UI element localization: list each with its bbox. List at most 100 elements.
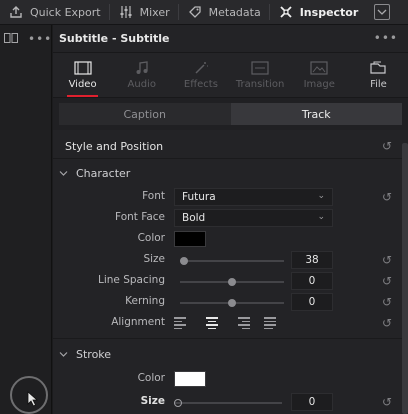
file-icon [370,61,387,74]
stroke-size-slider-knob[interactable] [174,399,182,407]
text-color-swatch[interactable] [174,231,206,247]
color-label: Color [137,232,165,244]
tab-image-label: Image [303,78,335,90]
reset-icon[interactable]: ↺ [382,274,392,288]
reset-icon[interactable]: ↺ [382,316,392,330]
stroke-size-label: Size [140,395,165,407]
inspector-icon [278,4,294,20]
more-options-icon[interactable]: ••• [374,31,398,45]
line-spacing-slider-knob[interactable] [228,278,236,286]
image-icon [310,60,328,75]
tab-video[interactable]: Video [53,53,112,97]
kerning-slider[interactable] [180,299,284,307]
stroke-color-row: Color [53,369,408,390]
tab-effects[interactable]: Effects [171,53,230,97]
tab-audio-label: Audio [127,78,156,90]
quick-export-icon [8,4,24,20]
alignment-buttons [174,316,280,330]
music-note-icon [136,60,148,74]
size-input[interactable]: 38 [291,251,333,269]
font-dropdown[interactable]: Futura ⌄ [174,188,333,206]
inspector-label: Inspector [299,5,359,19]
size-label: Size [143,253,165,265]
top-toolbar: Quick Export Mixer Metadata Inspector [0,0,408,25]
stroke-size-row: Size 0 ↺ [53,392,408,413]
inspector-header: Subtitle - Subtitle ••• [53,25,408,53]
style-and-position-header[interactable]: Style and Position ↺ [53,134,408,158]
kerning-input[interactable]: 0 [291,293,333,311]
metadata-button[interactable]: Metadata [179,0,269,25]
mixer-button[interactable]: Mixer [110,0,178,25]
scrollbar[interactable] [402,143,408,414]
caption-track-toggle: Caption Track [53,98,408,130]
alignment-row: Alignment ↺ [53,313,408,334]
chevron-down-icon [377,9,387,15]
alignment-label: Alignment [111,316,165,328]
reset-icon[interactable]: ↺ [382,395,392,409]
character-title: Character [76,166,131,180]
tab-file-label: File [370,78,387,90]
mouse-pointer-icon [27,391,39,410]
font-value: Futura [182,191,216,203]
size-slider[interactable] [180,257,284,265]
dual-panel-icon[interactable] [4,32,18,46]
align-right-button[interactable] [234,316,250,330]
scrollbar-thumb[interactable] [402,143,408,414]
tab-video-label: Video [68,78,97,90]
stroke-color-swatch[interactable] [174,371,206,387]
metadata-icon [187,4,203,20]
tab-transition[interactable]: Transition [231,53,290,97]
kerning-label: Kerning [125,295,165,307]
kerning-slider-knob[interactable] [228,299,236,307]
align-justify-button[interactable] [264,316,280,330]
quick-export-button[interactable]: Quick Export [0,0,109,25]
video-icon [73,60,92,75]
tab-audio[interactable]: Audio [112,53,171,97]
reset-icon[interactable]: ↺ [382,190,392,204]
stroke-size-slider[interactable] [174,399,282,407]
mixer-icon [118,4,134,20]
inspector-panel: Subtitle - Subtitle ••• Video Audio Effe… [53,25,408,414]
divider [53,338,408,339]
section-title: Style and Position [65,139,164,153]
line-spacing-input[interactable]: 0 [291,272,333,290]
stroke-section-header[interactable]: Stroke [53,342,408,366]
line-spacing-row: Line Spacing 0 ↺ [53,271,408,292]
left-panel: ••• [0,25,52,414]
magic-wand-icon [195,61,208,74]
tab-effects-label: Effects [183,78,218,90]
font-label: Font [142,190,165,202]
metadata-label: Metadata [208,5,261,19]
font-face-value: Bold [182,212,206,224]
reset-icon[interactable]: ↺ [382,139,392,153]
line-spacing-label: Line Spacing [98,274,165,286]
tab-image[interactable]: Image [290,53,349,97]
inspector-button[interactable]: Inspector [270,0,367,25]
kerning-row: Kerning 0 ↺ [53,292,408,313]
font-face-label: Font Face [115,211,165,223]
tab-transition-label: Transition [235,78,285,90]
font-row: Font Futura ⌄ ↺ [53,187,408,208]
align-center-button[interactable] [204,316,220,330]
more-options-icon[interactable]: ••• [28,32,52,46]
align-left-button[interactable] [174,316,190,330]
reset-icon[interactable]: ↺ [382,295,392,309]
reset-icon[interactable]: ↺ [382,253,392,267]
caption-segment[interactable]: Caption [59,103,231,125]
line-spacing-slider[interactable] [180,278,284,286]
divider [53,158,408,159]
track-segment[interactable]: Track [230,103,402,125]
left-panel-header: ••• [0,25,51,53]
tab-file[interactable]: File [349,53,408,97]
font-face-dropdown[interactable]: Bold ⌄ [174,209,333,227]
clip-title: Subtitle - Subtitle [59,32,170,45]
size-slider-knob[interactable] [180,257,188,265]
quick-export-label: Quick Export [30,5,101,19]
size-row: Size 38 ↺ [53,250,408,271]
character-section-header[interactable]: Character [53,161,408,185]
stroke-title: Stroke [76,347,112,361]
inspector-tabs: Video Audio Effects Transition Image Fil… [53,53,408,98]
stroke-size-input[interactable]: 0 [291,393,333,411]
chevron-down-icon [59,351,68,357]
panel-options-button[interactable] [374,4,390,20]
